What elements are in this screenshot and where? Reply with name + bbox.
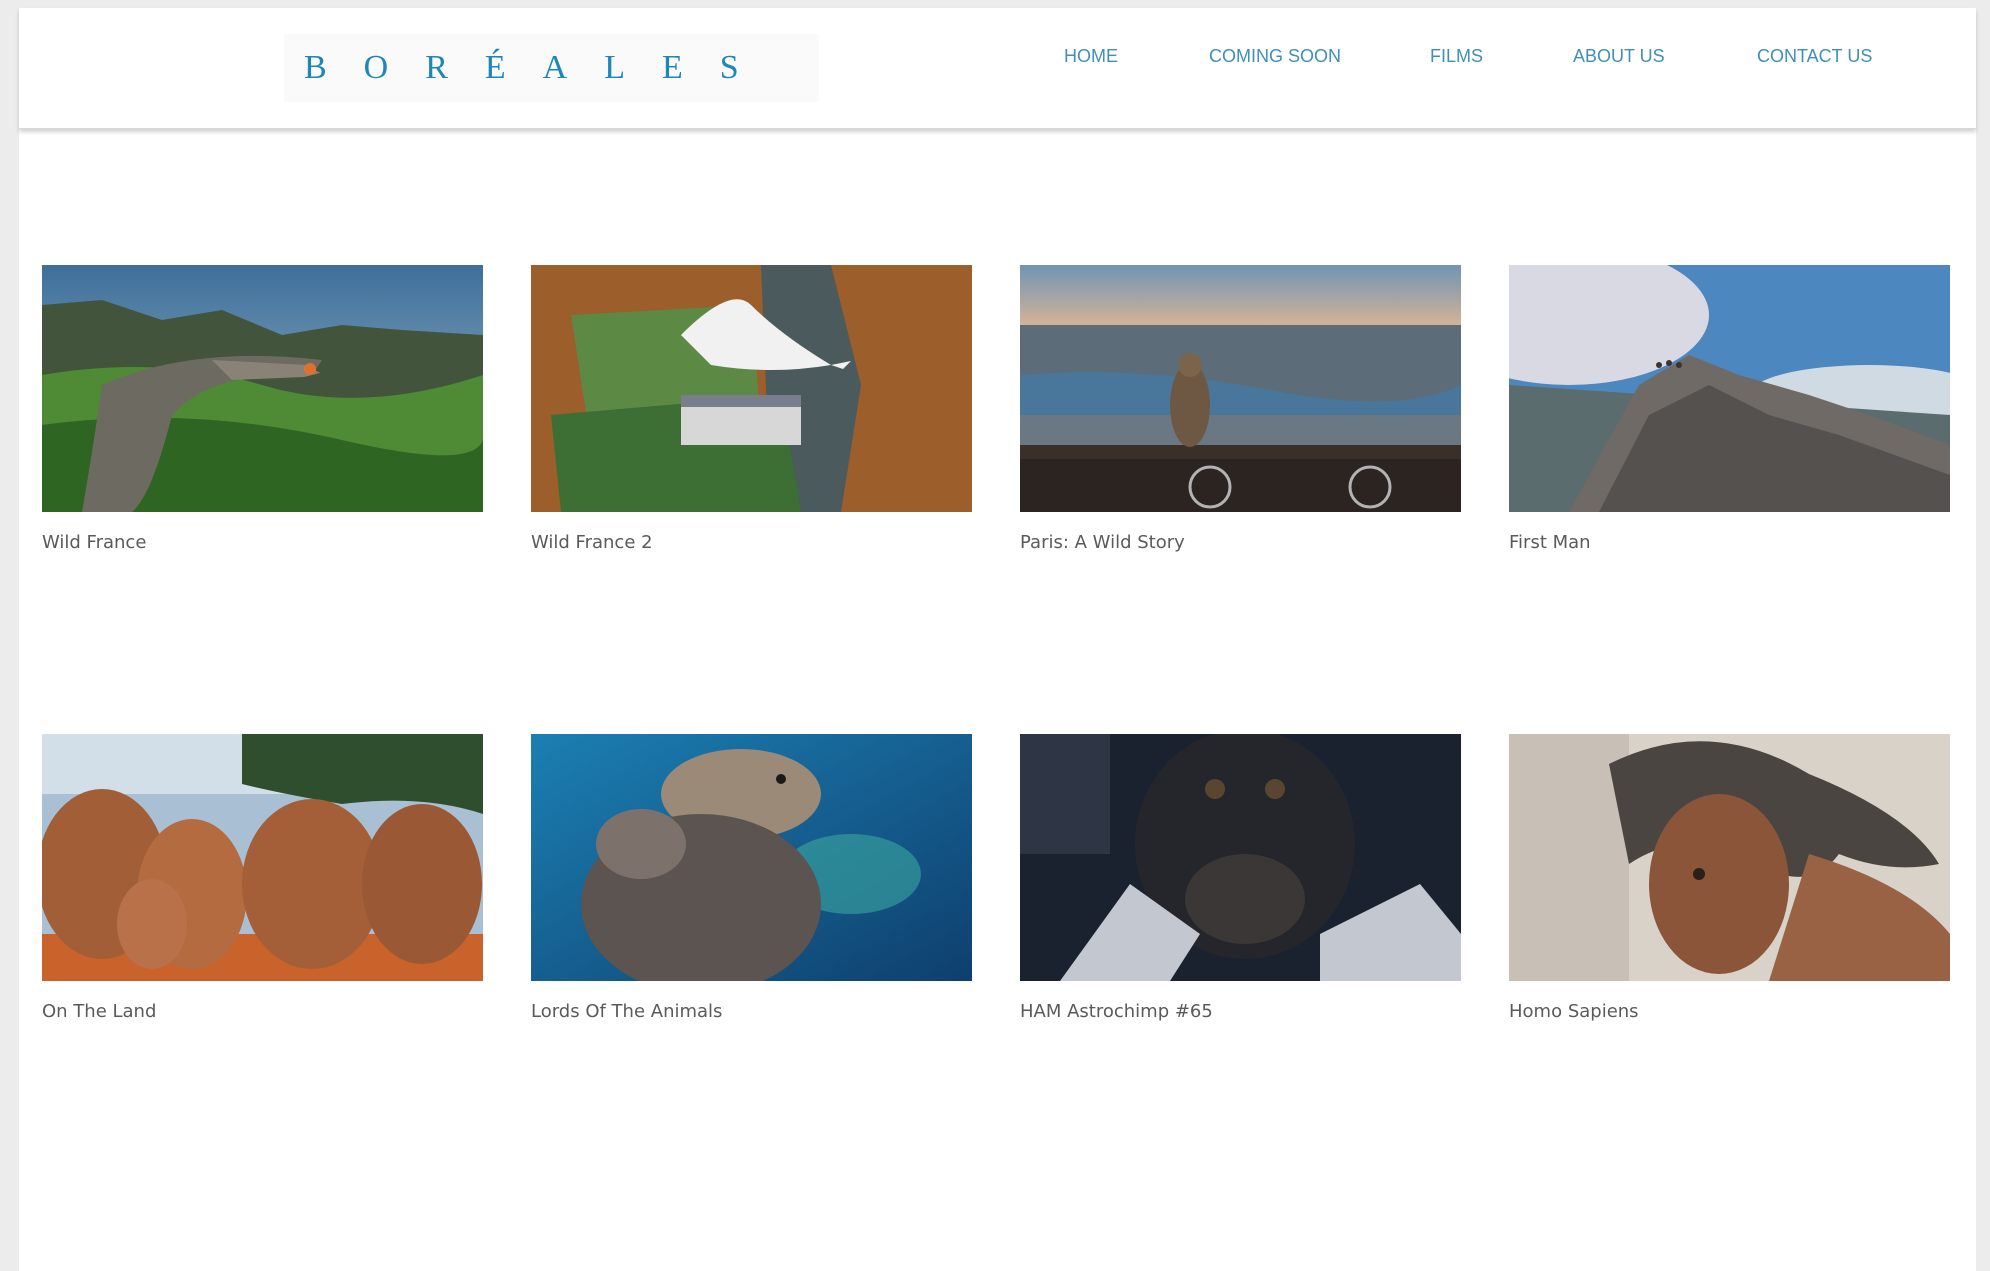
film-thumbnail[interactable] xyxy=(1509,265,1950,512)
swan-chateau-image xyxy=(531,265,972,512)
chimpanzee-image xyxy=(1020,734,1461,981)
film-card-wild-france-2[interactable]: Wild France 2 xyxy=(531,265,972,553)
nav-coming-soon[interactable]: COMING SOON xyxy=(1209,46,1341,67)
film-title: First Man xyxy=(1509,532,1591,553)
nav-home[interactable]: HOME xyxy=(1064,46,1118,67)
film-thumbnail[interactable] xyxy=(1020,734,1461,981)
film-card-on-the-land[interactable]: On The Land xyxy=(42,734,483,1022)
film-title: Lords Of The Animals xyxy=(531,1001,723,1022)
nav-contact-us[interactable]: CONTACT US xyxy=(1757,46,1872,67)
goose-landscape-image xyxy=(42,265,483,512)
film-title: Wild France 2 xyxy=(531,532,653,553)
film-title: Wild France xyxy=(42,532,147,553)
film-thumbnail[interactable] xyxy=(531,265,972,512)
early-human-image xyxy=(1509,734,1950,981)
film-thumbnail[interactable] xyxy=(1509,734,1950,981)
film-card-paris-a-wild-story[interactable]: Paris: A Wild Story xyxy=(1020,265,1461,553)
film-title: Homo Sapiens xyxy=(1509,1001,1639,1022)
elephants-image xyxy=(42,734,483,981)
film-card-ham-astrochimp-65[interactable]: HAM Astrochimp #65 xyxy=(1020,734,1461,1022)
film-thumbnail[interactable] xyxy=(42,734,483,981)
main-nav: HOME COMING SOON FILMS ABOUT US CONTACT … xyxy=(19,46,1976,70)
falcon-paris-image xyxy=(1020,265,1461,512)
film-card-homo-sapiens[interactable]: Homo Sapiens xyxy=(1509,734,1950,1022)
film-title: HAM Astrochimp #65 xyxy=(1020,1001,1213,1022)
film-card-wild-france[interactable]: Wild France xyxy=(42,265,483,553)
site-header: BORÉALES HOME COMING SOON FILMS ABOUT US… xyxy=(19,8,1976,129)
film-card-first-man[interactable]: First Man xyxy=(1509,265,1950,553)
film-title: On The Land xyxy=(42,1001,157,1022)
film-thumbnail[interactable] xyxy=(531,734,972,981)
film-thumbnail[interactable] xyxy=(1020,265,1461,512)
rocky-mountain-image xyxy=(1509,265,1950,512)
film-card-lords-of-the-animals[interactable]: Lords Of The Animals xyxy=(531,734,972,1022)
sea-otter-image xyxy=(531,734,972,981)
film-title: Paris: A Wild Story xyxy=(1020,532,1185,553)
nav-about-us[interactable]: ABOUT US xyxy=(1573,46,1665,67)
page: BORÉALES HOME COMING SOON FILMS ABOUT US… xyxy=(19,8,1976,1271)
film-thumbnail[interactable] xyxy=(42,265,483,512)
nav-films[interactable]: FILMS xyxy=(1430,46,1483,67)
